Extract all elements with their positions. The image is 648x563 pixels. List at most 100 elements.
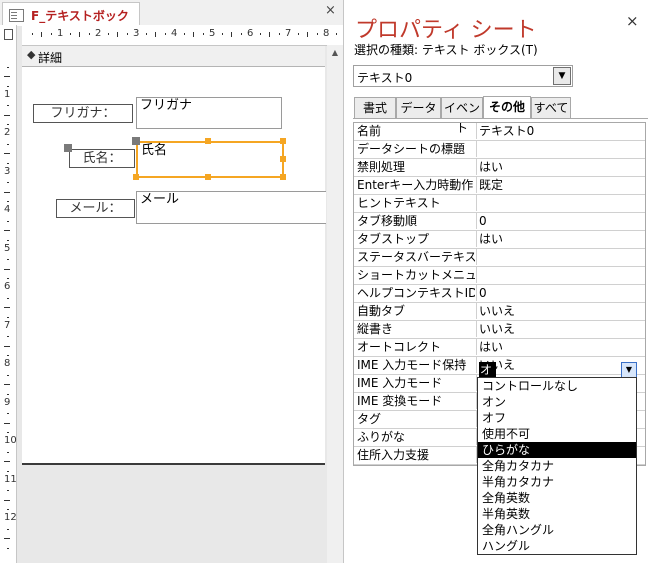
detail-section-header[interactable]: ◆ 詳細 xyxy=(22,46,325,67)
resize-handle-top[interactable] xyxy=(205,138,211,144)
property-value[interactable]: 0 xyxy=(476,285,645,301)
ruler-tick xyxy=(79,32,80,37)
ruler-tick xyxy=(117,32,118,37)
dropdown-option[interactable]: 半角カタカナ xyxy=(478,474,636,490)
property-value[interactable]: 0 xyxy=(476,213,645,229)
property-name: IME 入力モード xyxy=(357,376,443,390)
property-row[interactable]: タブストップ はい xyxy=(354,231,645,249)
ruler-tick xyxy=(297,33,299,35)
vertical-scrollbar[interactable] xyxy=(327,45,343,563)
object-selector[interactable]: テキスト0 ▼ xyxy=(353,65,573,87)
ruler-tick xyxy=(7,490,9,492)
ruler-tick xyxy=(50,33,52,35)
resize-handle-bottom[interactable] xyxy=(205,174,211,180)
dropdown-option[interactable]: 全角英数 xyxy=(478,490,636,506)
resize-handle-top-right[interactable] xyxy=(280,138,286,144)
property-name: IME 変換モード xyxy=(357,394,443,408)
property-row[interactable]: ヒントテキスト xyxy=(354,195,645,213)
close-icon[interactable]: × xyxy=(325,3,336,18)
ruler-tick xyxy=(183,33,185,35)
ruler-tick xyxy=(7,124,9,126)
ruler-tick xyxy=(7,105,9,107)
property-value[interactable]: いいえ xyxy=(476,357,645,373)
dropdown-option[interactable]: 使用不可 xyxy=(478,426,636,442)
ruler-tick xyxy=(278,33,280,35)
property-row[interactable]: Enterキー入力時動作 既定 xyxy=(354,177,645,195)
property-name: ふりがな xyxy=(357,430,406,444)
property-sheet-title: プロパティ シート xyxy=(355,18,537,43)
chevron-down-icon[interactable]: ▼ xyxy=(553,67,571,85)
ruler-tick xyxy=(7,528,9,530)
property-name: タブストップ xyxy=(357,232,430,246)
furigana-label[interactable]: フリガナ： xyxy=(33,104,133,123)
ruler-number: 12 xyxy=(4,512,17,523)
property-row[interactable]: ステータスバーテキスト xyxy=(354,249,645,267)
property-name: IME 入力モード保持 xyxy=(357,358,467,372)
property-value[interactable]: 既定 xyxy=(476,177,645,193)
dropdown-option[interactable]: ひらがな xyxy=(478,442,636,458)
furigana-textbox[interactable]: フリガナ xyxy=(136,97,282,129)
ruler-corner[interactable] xyxy=(0,25,17,46)
ruler-tick xyxy=(240,33,242,35)
scroll-up-icon[interactable]: ▲ xyxy=(327,45,343,61)
property-value[interactable] xyxy=(476,249,645,265)
dropdown-option[interactable]: オフ xyxy=(478,410,636,426)
dropdown-option[interactable]: 全角ハングル xyxy=(478,522,636,538)
property-row[interactable]: 禁則処理 はい xyxy=(354,159,645,177)
dropdown-option[interactable]: 全角カタカナ xyxy=(478,458,636,474)
property-value[interactable]: テキスト0 xyxy=(476,123,645,139)
ruler-tick xyxy=(155,32,156,37)
property-value[interactable]: いいえ xyxy=(476,303,645,319)
mail-label[interactable]: メール： xyxy=(56,199,135,218)
property-value[interactable] xyxy=(476,267,645,283)
ruler-tick xyxy=(7,451,9,453)
property-row[interactable]: 自動タブ いいえ xyxy=(354,303,645,321)
tab-event[interactable]: イベント xyxy=(441,97,483,135)
resize-handle-bottom-right[interactable] xyxy=(280,174,286,180)
ruler-tick xyxy=(316,33,318,35)
ruler-tick xyxy=(259,33,261,35)
textbox-move-handle[interactable] xyxy=(132,137,140,145)
property-row[interactable]: IME 入力モード保持 いいえ xyxy=(354,357,645,375)
ruler-number: 1 xyxy=(57,28,64,39)
chevron-down-icon[interactable]: ▼ xyxy=(621,362,637,378)
tab-other[interactable]: その他 xyxy=(483,96,531,118)
resize-handle-right[interactable] xyxy=(280,156,286,162)
form-tab[interactable]: F_テキストボックス3 xyxy=(2,2,140,40)
property-row[interactable]: オートコレクト はい xyxy=(354,339,645,357)
property-row[interactable]: ショートカットメニューバー xyxy=(354,267,645,285)
horizontal-ruler: 1 2 3 4 5 6 7 8 xyxy=(22,25,343,46)
property-value[interactable] xyxy=(476,195,645,211)
label-move-handle[interactable] xyxy=(64,144,72,152)
mail-textbox[interactable]: メール xyxy=(136,191,326,224)
resize-handle-bottom-left[interactable] xyxy=(133,174,139,180)
name-label[interactable]: 氏名： xyxy=(69,149,135,168)
property-name: ステータスバーテキスト xyxy=(357,250,475,264)
tab-all[interactable]: すべて xyxy=(531,97,571,118)
tab-data[interactable]: データ xyxy=(396,97,441,118)
property-value[interactable]: はい xyxy=(476,339,645,355)
detail-section-label: 詳細 xyxy=(38,51,63,65)
property-row[interactable]: ヘルプコンテキストID 0 xyxy=(354,285,645,303)
name-textbox[interactable]: 氏名 xyxy=(136,141,284,178)
property-value[interactable]: はい xyxy=(476,159,645,175)
property-row[interactable]: 縦書き いいえ xyxy=(354,321,645,339)
property-row[interactable]: データシートの標題 xyxy=(354,141,645,159)
property-value[interactable]: はい xyxy=(476,231,645,247)
ruler-number: 7 xyxy=(285,28,292,39)
dropdown-option[interactable]: ハングル xyxy=(478,538,636,554)
dropdown-option[interactable]: コントロールなし xyxy=(478,378,636,394)
ruler-tick xyxy=(7,278,9,280)
property-row[interactable]: タブ移動順 0 xyxy=(354,213,645,231)
tab-format[interactable]: 書式 xyxy=(354,97,396,118)
property-value[interactable]: いいえ xyxy=(476,321,645,337)
ruler-tick xyxy=(4,114,10,116)
dropdown-option[interactable]: オン xyxy=(478,394,636,410)
close-icon[interactable]: × xyxy=(626,12,639,30)
ime-mode-selected-value[interactable]: オン xyxy=(479,362,496,393)
dropdown-option[interactable]: 半角英数 xyxy=(478,506,636,522)
property-row[interactable]: 名前 テキスト0 xyxy=(354,123,645,141)
ime-mode-dropdown-list[interactable]: コントロールなし オン オフ 使用不可 ひらがな 全角カタカナ 半角カタカナ 全角英数 半角英数… xyxy=(477,377,637,555)
ruler-tick xyxy=(4,345,10,347)
property-value[interactable] xyxy=(476,141,645,157)
